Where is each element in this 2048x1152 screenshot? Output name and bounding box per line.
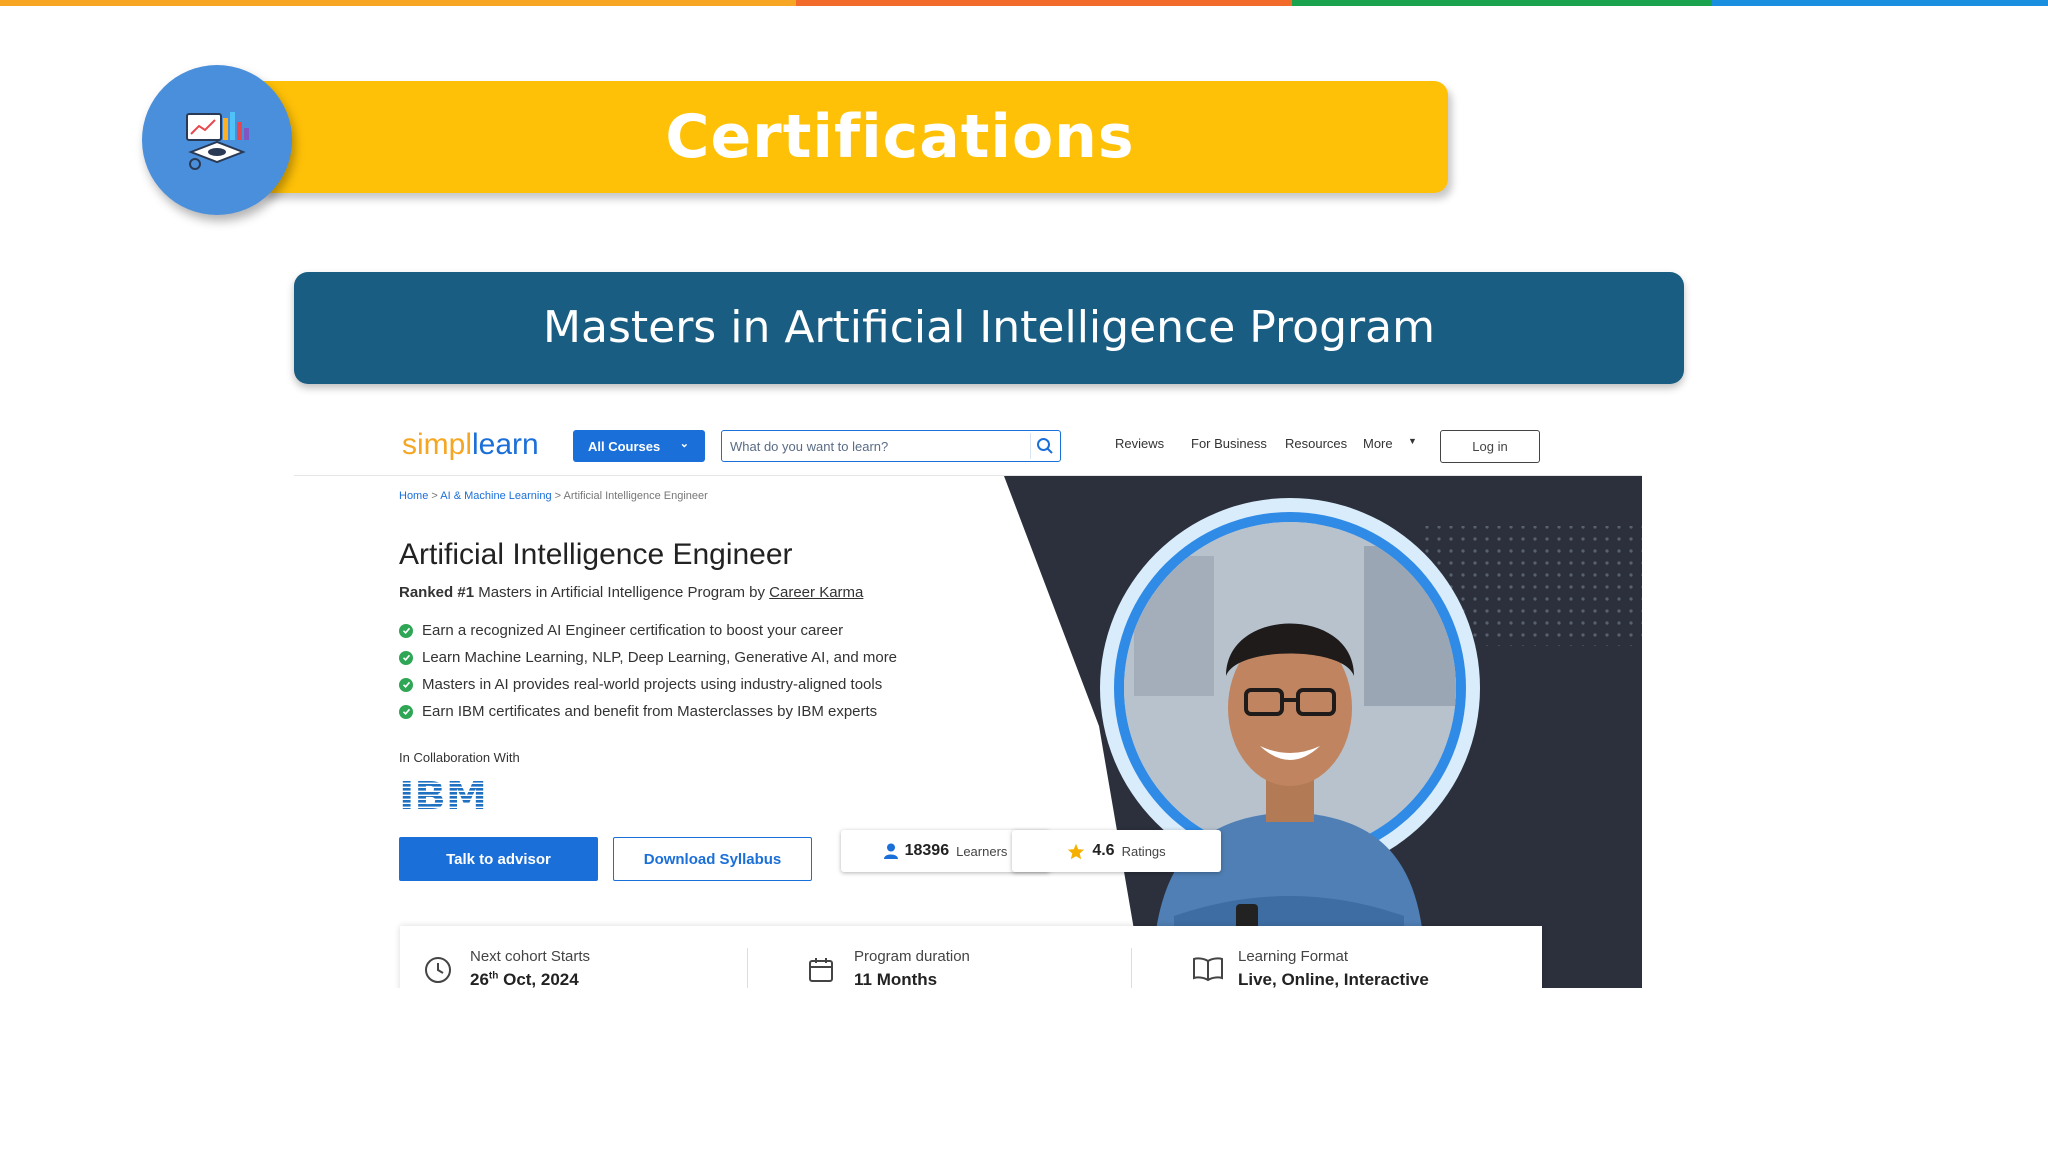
cohort-month-year: Oct, 2024 xyxy=(498,970,579,988)
star-icon xyxy=(1068,843,1085,859)
ibm-logo: IBM xyxy=(399,776,487,812)
strip-segment-blue xyxy=(1712,0,2048,6)
breadcrumb-separator: > xyxy=(428,490,441,502)
rating-label: Ratings xyxy=(1121,843,1166,859)
learners-count: 18396 xyxy=(904,842,950,859)
learners-label: Learners xyxy=(956,843,1008,859)
program-title-bar: Masters in Artificial Intelligence Progr… xyxy=(294,272,1684,384)
list-item: Masters in AI provides real-world projec… xyxy=(399,671,897,698)
nav-reviews[interactable]: Reviews xyxy=(1115,436,1164,451)
open-book-icon xyxy=(1193,957,1223,982)
chevron-down-icon: ⌄ xyxy=(679,438,689,450)
breadcrumb: Home > AI & Machine Learning > Artificia… xyxy=(399,490,708,502)
duration-label: Program duration xyxy=(854,948,970,965)
career-karma-link[interactable]: Career Karma xyxy=(769,584,863,601)
cohort-label: Next cohort Starts xyxy=(470,948,591,965)
format-value: Live, Online, Interactive xyxy=(1238,970,1429,988)
search-input[interactable] xyxy=(730,437,1020,455)
feature-text: Learn Machine Learning, NLP, Deep Learni… xyxy=(422,649,898,666)
simplilearn-logo[interactable]: simpllearn xyxy=(402,428,539,462)
breadcrumb-home[interactable]: Home xyxy=(399,490,428,502)
collaboration-label: In Collaboration With xyxy=(399,750,520,765)
duration-info: Program duration 11 Months xyxy=(808,926,1108,988)
breadcrumb-separator: > xyxy=(551,490,564,502)
cohort-day-suffix: th xyxy=(488,970,499,982)
divider xyxy=(1131,948,1132,988)
calendar-icon xyxy=(809,958,833,982)
search-button[interactable] xyxy=(1030,433,1058,459)
nav-more[interactable]: More xyxy=(1363,436,1393,451)
feature-text: Earn a recognized AI Engineer certificat… xyxy=(422,622,844,639)
program-title: Masters in Artificial Intelligence Progr… xyxy=(543,302,1435,353)
clock-icon xyxy=(425,957,451,983)
rating-stat: 4.6 Ratings xyxy=(1012,830,1221,872)
ranked-text: Masters in Artificial Intelligence Progr… xyxy=(474,584,770,601)
analytics-dashboard-icon xyxy=(186,112,249,170)
feature-list: Earn a recognized AI Engineer certificat… xyxy=(399,617,897,725)
feature-text: Earn IBM certificates and benefit from M… xyxy=(422,703,878,720)
badge-circle xyxy=(142,65,292,215)
ranked-prefix: Ranked #1 xyxy=(399,584,475,601)
talk-to-advisor-button[interactable]: Talk to advisor xyxy=(399,837,598,881)
format-info: Learning Format Live, Online, Interactiv… xyxy=(1192,926,1512,988)
caret-down-icon: ▼ xyxy=(1408,436,1417,446)
list-item: Earn a recognized AI Engineer certificat… xyxy=(399,617,897,644)
check-circle-icon xyxy=(399,650,413,665)
program-info-bar: Next cohort Starts 26th Oct, 2024 Progra… xyxy=(400,926,1542,988)
check-circle-icon xyxy=(399,704,413,719)
download-syllabus-button[interactable]: Download Syllabus xyxy=(613,837,812,881)
rating-value: 4.6 xyxy=(1092,842,1115,859)
search-icon xyxy=(1036,438,1053,454)
cohort-info: Next cohort Starts 26th Oct, 2024 xyxy=(424,926,754,988)
nav-for-business[interactable]: For Business xyxy=(1191,436,1267,451)
breadcrumb-category[interactable]: AI & Machine Learning xyxy=(440,490,551,502)
duration-value: 11 Months xyxy=(854,970,938,988)
check-circle-icon xyxy=(399,677,413,692)
website-screenshot: simpllearn All Courses ⌄ Reviews For Bus… xyxy=(294,414,1642,988)
strip-segment-red xyxy=(796,0,1292,6)
logo-part-1: simpl xyxy=(402,428,473,461)
hero-image xyxy=(1004,476,1642,988)
divider xyxy=(747,948,748,988)
feature-text: Masters in AI provides real-world projec… xyxy=(422,676,883,693)
strip-segment-orange xyxy=(0,0,796,6)
logo-part-2: learn xyxy=(472,428,539,461)
login-button[interactable]: Log in xyxy=(1440,430,1540,463)
check-circle-icon xyxy=(399,623,413,638)
list-item: Earn IBM certificates and benefit from M… xyxy=(399,698,897,725)
slide-title: Certifications xyxy=(665,102,1135,172)
strip-segment-green xyxy=(1292,0,1712,6)
nav-resources[interactable]: Resources xyxy=(1285,436,1347,451)
format-label: Learning Format xyxy=(1238,948,1349,965)
ranked-line: Ranked #1 Masters in Artificial Intellig… xyxy=(399,584,863,601)
search-box[interactable] xyxy=(721,430,1061,462)
all-courses-button[interactable]: All Courses ⌄ xyxy=(573,430,705,462)
cohort-date: 26th Oct, 2024 xyxy=(470,970,579,988)
breadcrumb-current: Artificial Intelligence Engineer xyxy=(563,490,708,502)
top-color-strip xyxy=(0,0,2048,6)
user-icon xyxy=(883,843,898,859)
course-title: Artificial Intelligence Engineer xyxy=(399,538,793,571)
svg-text:IBM: IBM xyxy=(399,776,487,812)
list-item: Learn Machine Learning, NLP, Deep Learni… xyxy=(399,644,897,671)
certifications-banner: Certifications xyxy=(262,81,1448,193)
cohort-day: 26 xyxy=(470,970,489,988)
site-header: simpllearn All Courses ⌄ Reviews For Bus… xyxy=(294,414,1642,476)
all-courses-label: All Courses xyxy=(588,438,661,454)
